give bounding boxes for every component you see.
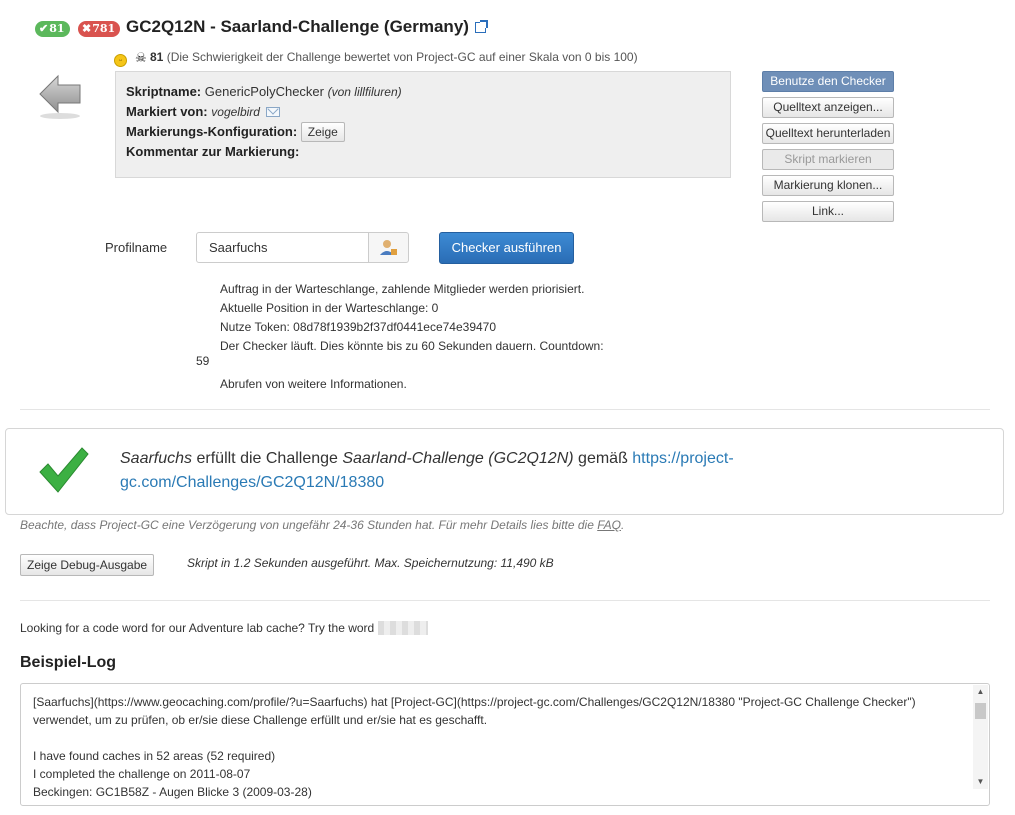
found-badge: ✔81 (35, 21, 70, 37)
result-challenge: Saarland-Challenge (GC2Q12N) (342, 450, 574, 467)
script-name-label: Skriptname: (126, 84, 202, 99)
divider (20, 600, 990, 601)
success-check-icon (39, 447, 89, 493)
status-line: Aktuelle Position in der Warteschlange: … (220, 301, 439, 315)
difficulty-description: (Die Schwierigkeit der Challenge bewerte… (166, 50, 638, 64)
delay-note: Beachte, dass Project-GC eine Verzögerun… (20, 518, 624, 532)
profile-name-input[interactable]: Saarfuchs (196, 232, 369, 263)
result-text: gemäß (573, 450, 633, 467)
page-title: GC2Q12N - Saarland-Challenge (Germany) (126, 17, 469, 36)
tag-script-button[interactable]: Skript markieren (762, 149, 894, 170)
blurred-codeword (377, 621, 428, 635)
config-label: Markierungs-Konfiguration: (126, 124, 298, 139)
faq-link[interactable]: FAQ (597, 518, 621, 532)
script-info-box: Skriptname: GenericPolyChecker (von lill… (115, 71, 731, 178)
link-button[interactable]: Link... (762, 201, 894, 222)
mail-icon[interactable] (265, 107, 280, 117)
difficulty-row: ᵕ ☠ 81 (Die Schwierigkeit der Challenge b… (114, 50, 638, 67)
scroll-down-icon[interactable]: ▼ (973, 775, 988, 789)
log-text-line: [Saarfuchs](https://www.geocaching.com/p… (33, 695, 916, 727)
codeword-line: Looking for a code word for our Adventur… (20, 621, 428, 635)
example-log-textarea[interactable]: [Saarfuchs](https://www.geocaching.com/p… (20, 683, 990, 806)
smiley-icon: ᵕ (114, 54, 127, 67)
comment-label: Kommentar zur Markierung: (126, 144, 300, 159)
cross-icon: ✖ (82, 22, 92, 35)
use-checker-button[interactable]: Benutze den Checker (762, 71, 894, 92)
scroll-up-icon[interactable]: ▲ (973, 685, 988, 699)
difficulty-score: 81 (150, 50, 164, 64)
tagged-by-user[interactable]: vogelbird (211, 105, 260, 119)
textarea-scrollbar[interactable]: ▲ ▼ (973, 685, 988, 789)
example-log-title: Beispiel-Log (20, 654, 117, 671)
result-text: erfüllt die Challenge (192, 450, 343, 467)
skull-icon: ☠ (135, 50, 147, 65)
log-text-line: Beckingen: GC1B58Z - Augen Blicke 3 (200… (33, 785, 312, 799)
check-icon: ✔ (39, 22, 49, 35)
codeword-text: Looking for a code word for our Adventur… (20, 621, 375, 635)
log-text-line: I completed the challenge on 2011-08-07 (33, 767, 251, 781)
download-source-button[interactable]: Quelltext herunterladen (762, 123, 894, 144)
result-user: Saarfuchs (120, 450, 193, 467)
user-select-icon (380, 240, 397, 255)
run-checker-button[interactable]: Checker ausführen (439, 232, 574, 264)
status-line: Nutze Token: 08d78f1939b2f37df0441ece74e… (220, 320, 497, 334)
status-line: Abrufen von weitere Informationen. (220, 377, 407, 391)
note-end: . (621, 518, 625, 532)
countdown-value: 59 (196, 354, 210, 368)
status-line: Auftrag in der Warteschlange, zahlende M… (220, 282, 585, 296)
status-log: Auftrag in der Warteschlange, zahlende M… (220, 280, 604, 394)
script-name: GenericPolyChecker (204, 84, 324, 99)
log-text-line: I have found caches in 52 areas (52 requ… (33, 749, 276, 763)
tagged-by-label: Markiert von: (126, 104, 208, 119)
dnf-count: 781 (92, 22, 116, 35)
dnf-badge: ✖781 (78, 21, 121, 37)
result-message: Saarfuchs erfüllt die Challenge Saarland… (120, 447, 950, 495)
scroll-thumb[interactable] (975, 703, 986, 719)
external-link-icon[interactable] (475, 20, 488, 33)
clone-tag-button[interactable]: Markierung klonen... (762, 175, 894, 196)
script-author: (von lillfiluren) (327, 85, 402, 99)
execution-info: Skript in 1.2 Sekunden ausgeführt. Max. … (187, 556, 554, 570)
divider (20, 409, 990, 410)
profile-picker-button[interactable] (368, 232, 409, 263)
show-source-button[interactable]: Quelltext anzeigen... (762, 97, 894, 118)
debug-output-button[interactable]: Zeige Debug-Ausgabe (20, 554, 155, 576)
found-count: 81 (49, 22, 65, 35)
profile-label: Profilname (105, 240, 168, 255)
show-config-button[interactable]: Zeige (300, 122, 345, 142)
note-text: Beachte, dass Project-GC eine Verzögerun… (20, 518, 598, 532)
back-arrow-icon[interactable] (38, 72, 82, 120)
status-line: Der Checker läuft. Dies könnte bis zu 60… (220, 339, 604, 353)
